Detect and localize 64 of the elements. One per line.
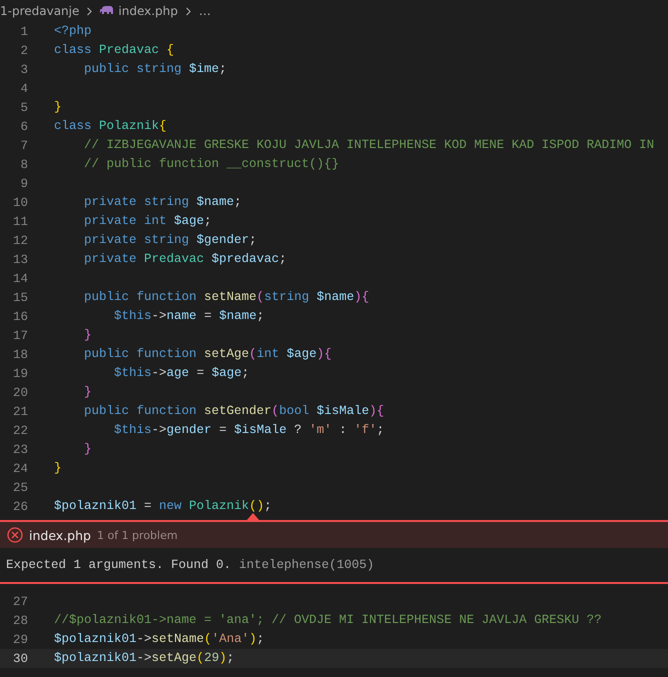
line-number: 2 <box>19 44 28 58</box>
line-number: 1 <box>19 24 28 38</box>
line-number: 19 <box>12 366 28 380</box>
line-number: 3 <box>19 62 28 76</box>
line-number: 13 <box>12 252 28 266</box>
line-number: 16 <box>12 310 28 324</box>
code-line: $polaznik01->setName('Ana'); <box>54 631 264 648</box>
code-line: private string $gender; <box>83 232 257 249</box>
breadcrumb-file[interactable]: index.php <box>118 4 178 18</box>
line-number: 25 <box>12 480 28 494</box>
code-line: $this->age = $age; <box>113 365 250 382</box>
code-line: $polaznik01->setAge(29); <box>54 650 234 667</box>
code-line: class Polaznik{ <box>54 118 167 135</box>
code-line: private int $age; <box>83 213 212 230</box>
problem-file-name: index.php <box>29 528 91 542</box>
line-number: 26 <box>12 500 28 514</box>
line-number: 17 <box>12 328 28 342</box>
line-number: 8 <box>19 158 28 172</box>
code-line: class Predavac { <box>54 42 174 59</box>
line-number: 12 <box>12 234 28 248</box>
line-number: 14 <box>12 272 28 286</box>
code-line: public function setAge(int $age){ <box>83 346 332 363</box>
code-line: // IZBJEGAVANJE GRESKE KOJU JAVLJA INTELEPHENSE KOD MENE KAD ISPOD RADIMO IN <box>83 137 654 154</box>
code-line: //$polaznik01->name = 'ana'; // OVDJE MI INTELEPHENSE NE JAVLJA GRESKU ?? <box>54 612 602 629</box>
code-line: } <box>83 327 92 344</box>
code-line: $this->name = $name; <box>113 308 264 325</box>
line-number: 6 <box>19 120 28 134</box>
line-number: 15 <box>12 290 28 304</box>
line-number: 4 <box>19 82 28 96</box>
code-line: // public function __construct(){} <box>83 156 340 173</box>
line-number: 30 <box>12 652 28 666</box>
code-line: private Predavac $predavac; <box>83 251 287 268</box>
code-line: private string $name; <box>83 194 242 211</box>
elephant-icon <box>100 6 114 16</box>
line-number: 9 <box>19 176 28 190</box>
breadcrumb-folder[interactable]: 1-predavanje <box>0 4 80 18</box>
line-number: 27 <box>12 594 28 608</box>
code-line: } <box>83 441 92 458</box>
line-number: 29 <box>12 632 28 646</box>
breadcrumb-more[interactable]: … <box>198 4 211 18</box>
error-source: intelephense(1005) <box>239 558 374 572</box>
line-number: 18 <box>12 348 28 362</box>
line-number: 20 <box>12 386 28 400</box>
code-line: <?php <box>54 23 92 40</box>
line-number: 11 <box>12 214 28 228</box>
line-number: 23 <box>12 442 28 456</box>
line-number: 5 <box>19 100 28 114</box>
line-number: 10 <box>12 196 28 210</box>
error-message: Expected 1 arguments. Found 0. <box>6 558 232 572</box>
line-number: 28 <box>12 614 28 628</box>
code-line: $this->gender = $isMale ? 'm' : 'f'; <box>113 422 384 439</box>
problem-count: 1 of 1 problem <box>96 528 178 542</box>
line-number: 7 <box>19 138 28 152</box>
code-line: } <box>54 460 62 477</box>
code-line: public function setName(string $name){ <box>83 289 370 306</box>
code-line: $polaznik01 = new Polaznik(); <box>54 498 272 515</box>
code-line: public function setGender(bool $isMale){ <box>83 403 384 420</box>
line-number: 22 <box>12 424 28 438</box>
code-line: public string $ime; <box>83 61 227 78</box>
line-number: 24 <box>12 462 28 476</box>
code-line: } <box>83 384 92 401</box>
code-line: } <box>54 99 62 116</box>
error-icon <box>7 527 23 543</box>
line-number: 21 <box>12 404 28 418</box>
